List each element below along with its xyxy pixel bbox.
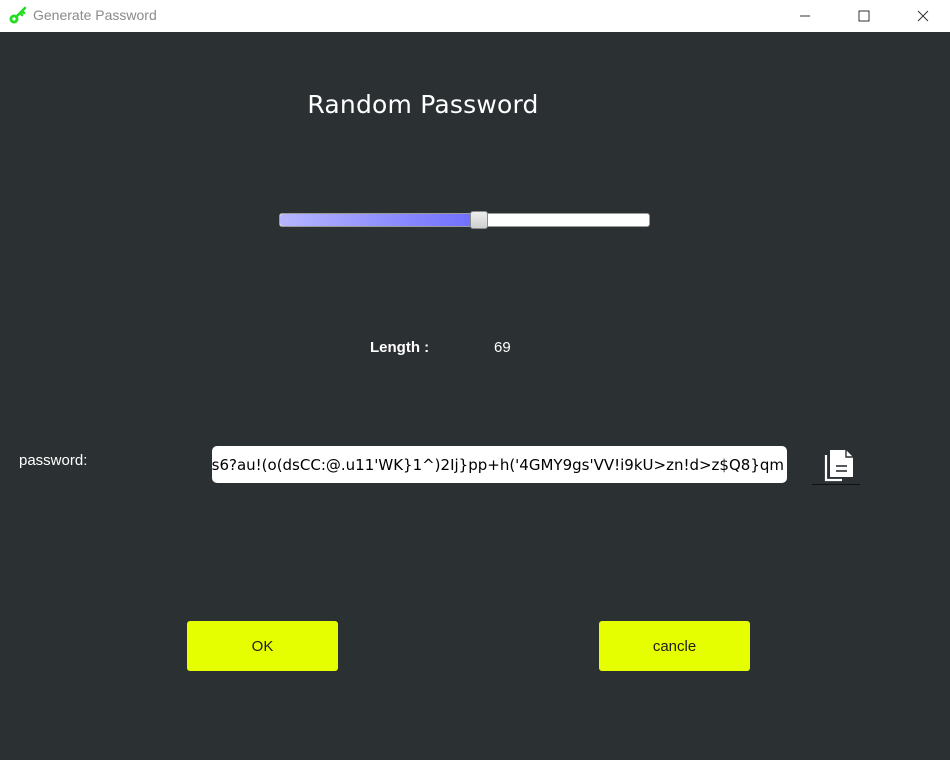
- title-bar: Generate Password: [0, 0, 950, 32]
- copy-icon: [824, 450, 853, 482]
- length-slider[interactable]: [279, 211, 650, 229]
- minimize-button[interactable]: [776, 0, 834, 32]
- close-button[interactable]: [894, 0, 950, 32]
- maximize-icon: [858, 10, 870, 22]
- dialog-body: Random Password Length : 69 password: \y…: [0, 32, 950, 760]
- ok-button[interactable]: OK: [187, 621, 338, 671]
- password-label: password:: [19, 452, 88, 469]
- window-title: Generate Password: [33, 7, 157, 23]
- password-value: \yd,s6?au!(o(dsCC:@.u11'WK}1^)2Ij}pp+h('…: [212, 455, 784, 474]
- length-value: 69: [494, 339, 511, 356]
- key-icon: [9, 6, 27, 24]
- cancel-button[interactable]: cancle: [599, 621, 750, 671]
- copy-button[interactable]: [812, 446, 860, 485]
- slider-handle[interactable]: [470, 211, 488, 229]
- page-title: Random Password: [307, 90, 539, 119]
- password-field[interactable]: \yd,s6?au!(o(dsCC:@.u11'WK}1^)2Ij}pp+h('…: [212, 446, 787, 483]
- length-label: Length :: [370, 339, 430, 356]
- minimize-icon: [800, 15, 810, 17]
- maximize-button[interactable]: [835, 0, 893, 32]
- close-icon: [917, 10, 929, 22]
- slider-fill: [280, 214, 479, 226]
